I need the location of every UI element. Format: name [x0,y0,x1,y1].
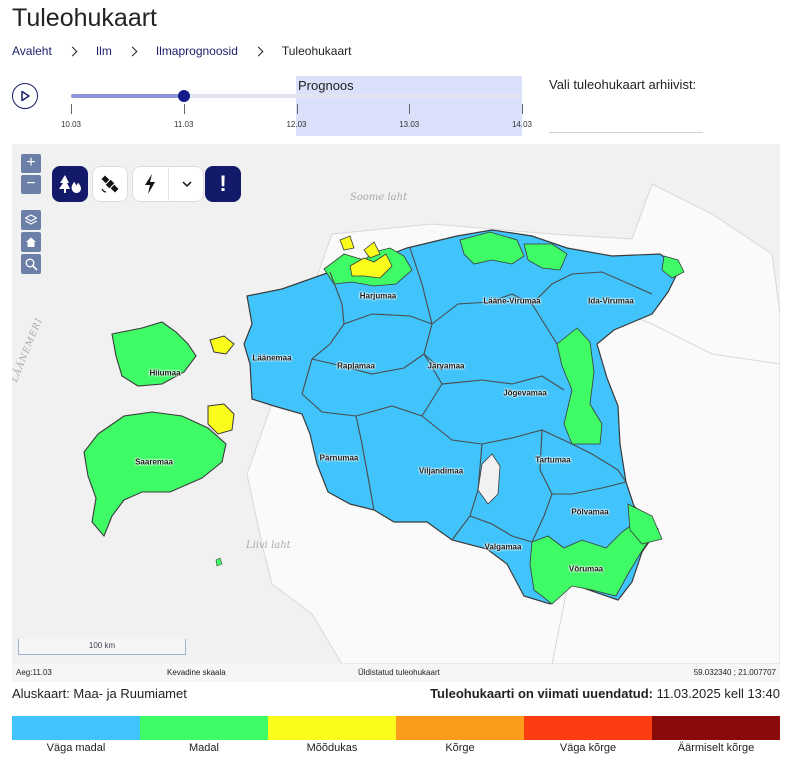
danger-level-legend [12,716,780,740]
timeline-tick [409,104,411,114]
region-label-jogevamaa: Jõgevamaa [503,388,547,398]
region-label-laane-virumaa: Lääne-Virumaa [483,296,541,306]
region-label-parnumaa: Pärnumaa [319,453,359,463]
region-label-tartumaa: Tartumaa [535,455,571,465]
legend-label: Kõrge [445,742,475,754]
legend-label: Mõõdukas [306,742,358,754]
chevron-down-icon [181,181,192,188]
fire-danger-map[interactable]: + − ! Soome laht Liivi laht LÄÄNEMERI Ha… [12,144,780,664]
timeline-slider-thumb[interactable] [177,90,190,102]
forest-fire-tool-button[interactable] [52,166,88,202]
timeline-tick [296,104,298,114]
region-label-hiiumaa: Hiiumaa [149,368,181,378]
breadcrumb-weather[interactable]: Ilm [96,44,112,58]
layers-icon [24,214,38,225]
timeline-tick-label: 11.03 [174,120,194,129]
status-time: Aeg:11.03 [16,668,52,677]
legend-label: Väga kõrge [559,742,617,754]
region-label-raplamaa: Raplamaa [337,361,375,371]
timeline-tick-label: 13.03 [399,120,420,129]
timeline-tick-label: 14.03 [511,120,533,129]
lightning-dropdown-button[interactable] [168,166,204,202]
region-label-valgamaa: Valgamaa [484,542,522,552]
legend-color-swatch [140,716,268,740]
zoom-out-button[interactable]: − [21,175,41,194]
archive-label: Vali tuleohukaart arhiivist: [549,77,697,92]
region-label-viljandimaa: Viljandimaa [418,466,464,476]
legend-color-swatch [12,716,140,740]
home-button[interactable] [21,232,41,252]
legend-color-swatch [396,716,524,740]
region-label-ida-virumaa: Ida-Virumaa [588,296,634,306]
region-label-harjumaa: Harjumaa [359,291,397,301]
warning-icon: ! [219,171,227,196]
timeline-tick-label: 12.03 [286,120,307,129]
chevron-right-icon [127,46,138,56]
legend-label: Äärmiselt kõrge [677,742,755,754]
legend-label: Madal [189,742,219,754]
satellite-tool-button[interactable] [92,166,128,202]
sea-label-gulf-of-finland: Soome laht [350,192,408,203]
legend-color-swatch [524,716,652,740]
region-label-polvamaa: Põlvamaa [571,507,609,517]
status-scale: Kevadine skaala [167,668,226,677]
breadcrumb: Avaleht Ilm Ilmaprognoosid Tuleohukaart [12,43,351,59]
map-status-bar: Aeg:11.03 Kevadine skaala Üldistatud tul… [12,664,780,682]
page-title: Tuleohukaart [12,4,157,32]
satellite-icon [101,175,119,193]
last-updated-label: Tuleohukaarti on viimati uuendatud: [430,686,653,701]
breadcrumb-current: Tuleohukaart [281,44,352,58]
warning-tool-button[interactable]: ! [205,166,241,202]
chevron-right-icon [67,46,78,56]
legend-color-swatch [268,716,396,740]
legend-color-swatch [652,716,780,740]
last-updated-value: 11.03.2025 kell 13:40 [656,686,780,701]
lightning-tool-button[interactable] [132,166,168,202]
breadcrumb-forecasts[interactable]: Ilmaprognoosid [156,44,238,58]
timeline-slider-fill [71,94,184,98]
forest-fire-icon [59,175,81,193]
play-icon [21,90,30,102]
region-label-vorumaa: Võrumaa [568,564,604,574]
region-label-laanemaa: Läänemaa [252,353,292,363]
chevron-right-icon [253,46,264,56]
layers-button[interactable] [21,210,41,230]
lightning-icon [145,174,155,194]
sea-label-gulf-of-riga: Liivi laht [246,540,291,551]
search-icon [25,258,38,271]
search-button[interactable] [21,254,41,274]
timeline-tick-label: 10.03 [60,120,82,129]
forecast-label: Prognoos [298,78,354,93]
region-label-saaremaa: Saaremaa [135,457,173,467]
timeline-tick [522,104,523,114]
lightning-tool-group [132,166,204,202]
legend-label: Väga madal [46,742,106,754]
timeline-tick [183,104,185,114]
play-button[interactable] [12,83,38,109]
basemap-credit: Aluskaart: Maa- ja Ruumiamet [12,686,187,701]
zoom-controls: + − [21,154,41,196]
region-label-jarvamaa: Järvamaa [427,361,465,371]
timeline-tick [71,104,72,114]
status-map-type: Üldistatud tuleohukaart [358,668,440,677]
status-coordinates: 59.032340 ; 21.007707 [693,668,776,677]
map-canvas [12,144,780,664]
archive-select[interactable] [549,132,703,133]
home-icon [26,237,36,247]
breadcrumb-home[interactable]: Avaleht [12,44,52,58]
zoom-in-button[interactable]: + [21,154,41,173]
last-updated: Tuleohukaarti on viimati uuendatud: 11.0… [430,686,780,701]
danger-level-legend-labels: Väga madal Madal Mõõdukas Kõrge Väga kõrge Ää… [12,742,780,754]
map-scale-bar: 100 km [18,639,186,655]
